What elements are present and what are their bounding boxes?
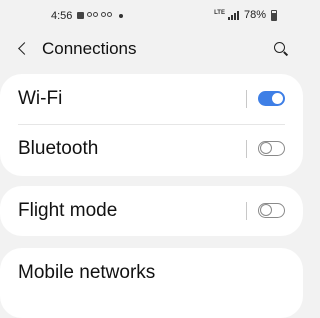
network-type: LTE bbox=[214, 10, 225, 16]
settings-card-mobile: Mobile networks bbox=[0, 248, 303, 318]
back-arrow-icon[interactable] bbox=[14, 40, 32, 58]
image-icon bbox=[77, 12, 84, 19]
setting-label-bluetooth: Bluetooth bbox=[18, 138, 99, 159]
setting-row-bluetooth[interactable]: Bluetooth bbox=[0, 124, 303, 174]
setting-row-wifi[interactable]: Wi-Fi bbox=[0, 74, 303, 124]
toggle-knob bbox=[260, 142, 272, 154]
setting-label-flight-mode: Flight mode bbox=[18, 200, 118, 221]
page-title: Connections bbox=[42, 39, 137, 58]
settings-card-flight: Flight mode bbox=[0, 186, 303, 236]
flight-mode-toggle[interactable] bbox=[258, 203, 285, 218]
voicemail-icon bbox=[87, 12, 98, 19]
setting-row-mobile-networks[interactable]: Mobile networks bbox=[0, 248, 303, 298]
wifi-toggle[interactable] bbox=[258, 91, 285, 106]
toggle-knob bbox=[260, 204, 272, 216]
status-time: 4:56 bbox=[51, 10, 73, 22]
battery-icon bbox=[271, 9, 277, 21]
row-divider bbox=[246, 202, 247, 220]
status-notification-icons bbox=[77, 12, 123, 19]
toggle-knob bbox=[271, 92, 284, 105]
settings-card-wireless: Wi-Fi Bluetooth bbox=[0, 74, 303, 176]
signal-icon bbox=[227, 10, 239, 20]
row-divider bbox=[246, 140, 247, 158]
bluetooth-toggle[interactable] bbox=[258, 141, 285, 156]
app-header: Connections bbox=[0, 34, 303, 64]
row-divider bbox=[246, 90, 247, 108]
status-system-icons: LTE 78% bbox=[214, 9, 277, 21]
search-icon[interactable] bbox=[273, 41, 289, 57]
setting-label-wifi: Wi-Fi bbox=[18, 88, 63, 109]
voicemail-icon bbox=[101, 12, 112, 19]
setting-row-flight-mode[interactable]: Flight mode bbox=[0, 186, 303, 236]
notification-dot-icon bbox=[119, 13, 123, 18]
status-bar: 4:56 LTE 78% bbox=[0, 0, 303, 34]
battery-percent: 78% bbox=[243, 9, 266, 21]
setting-label-mobile-networks: Mobile networks bbox=[18, 262, 156, 283]
